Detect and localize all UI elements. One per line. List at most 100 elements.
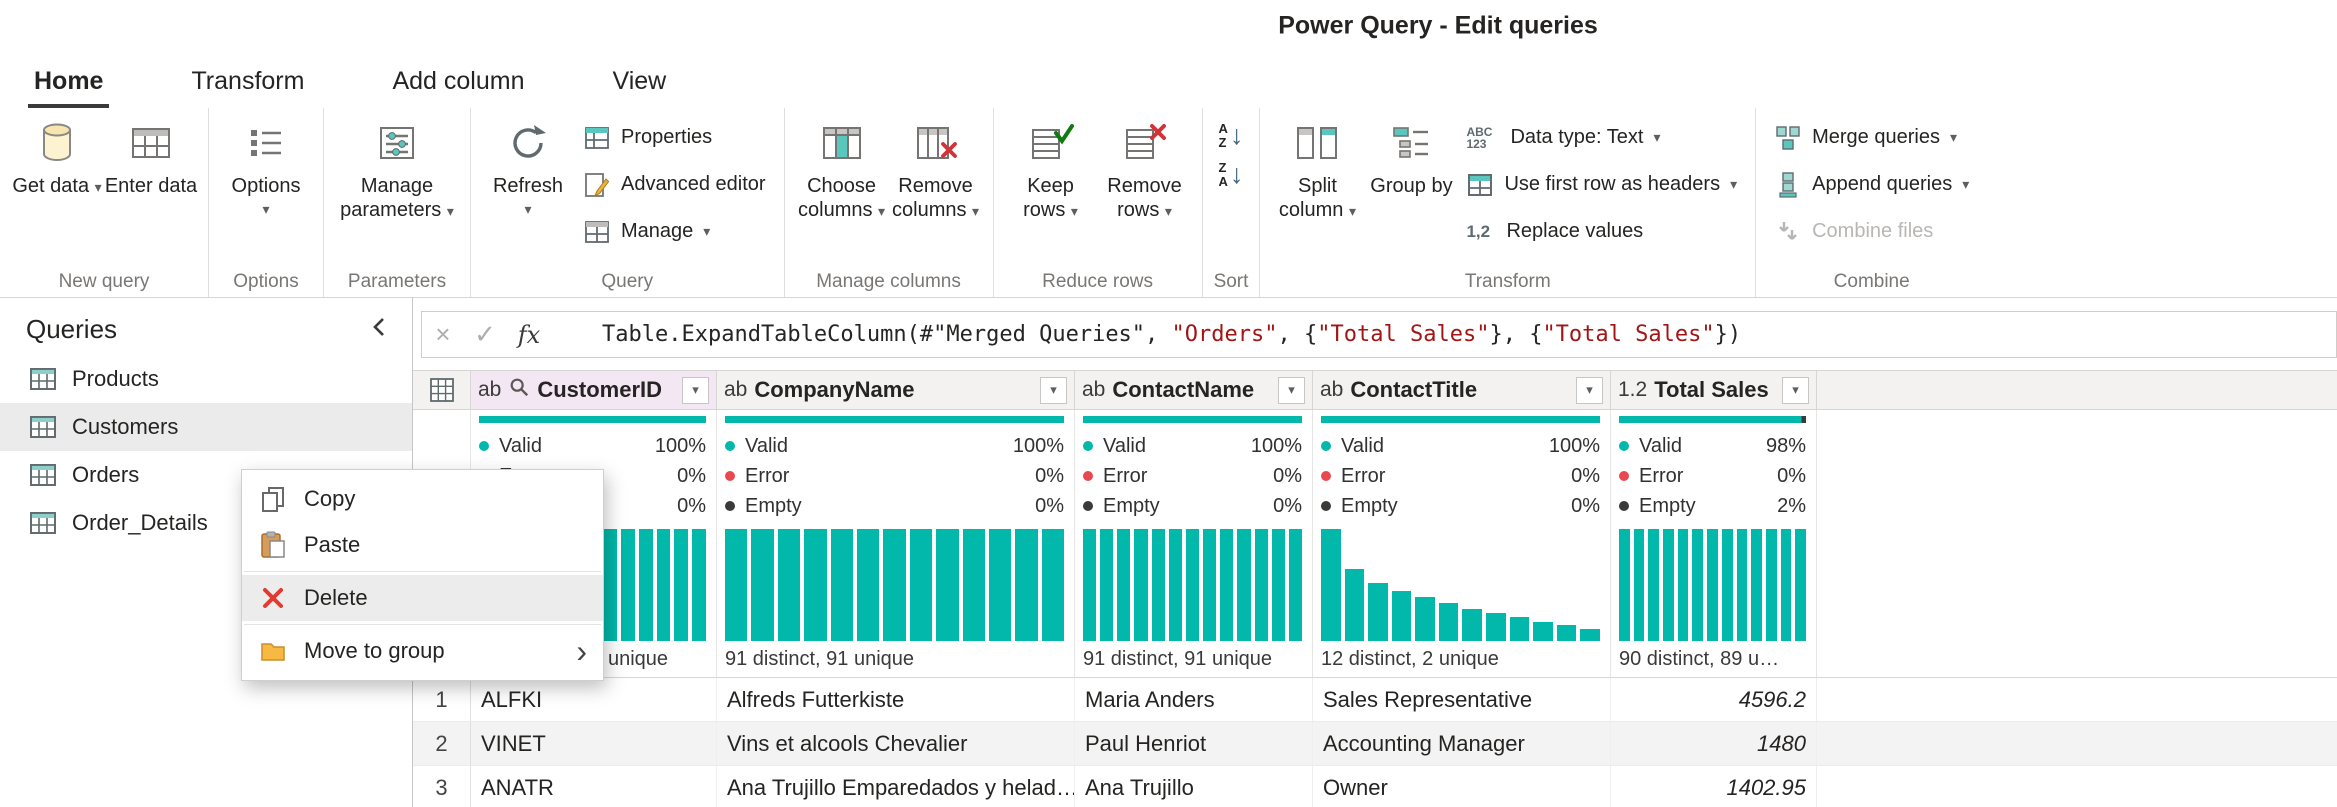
text-type-icon: ab <box>724 378 747 402</box>
formula-input[interactable]: Table.ExpandTableColumn(#"Merged Queries… <box>602 322 1741 347</box>
column-header-contactname[interactable]: ab ContactName ▾ <box>1075 371 1313 409</box>
filter-dropdown-button[interactable]: ▾ <box>1782 377 1809 404</box>
context-menu-item-paste[interactable]: Paste <box>242 522 603 568</box>
commit-formula-button[interactable]: ✓ <box>464 319 506 350</box>
select-all-corner-button[interactable] <box>413 371 471 409</box>
context-menu-item-delete[interactable]: Delete <box>242 575 603 621</box>
cell[interactable]: ALFKI <box>471 678 717 721</box>
column-header-contacttitle[interactable]: ab ContactTitle ▾ <box>1313 371 1611 409</box>
cell[interactable]: 4596.2 <box>1611 678 1817 721</box>
filter-dropdown-button[interactable]: ▾ <box>682 377 709 404</box>
context-menu-item-copy[interactable]: Copy <box>242 476 603 522</box>
empty-dot-icon <box>1321 501 1331 511</box>
submenu-chevron-icon: › <box>576 635 587 667</box>
cell[interactable]: Sales Representative <box>1313 678 1611 721</box>
tab-transform[interactable]: Transform <box>185 59 310 108</box>
get-data-button[interactable]: Get data ▾ <box>10 110 104 269</box>
column-header-total-sales[interactable]: 1.2 Total Sales ▾ <box>1611 371 1817 409</box>
filter-dropdown-button[interactable]: ▾ <box>1040 377 1067 404</box>
chevron-down-icon: ▾ <box>703 223 710 240</box>
cell[interactable]: Alfreds Futterkiste <box>717 678 1075 721</box>
keep-rows-button[interactable]: Keep rows ▾ <box>1004 110 1098 269</box>
chevron-down-icon: ▾ <box>1349 203 1356 219</box>
options-button[interactable]: Options ▾ <box>219 110 313 269</box>
cell[interactable]: Owner <box>1313 766 1611 807</box>
quality-bar <box>479 416 706 423</box>
cell[interactable]: Ana Trujillo <box>1075 766 1313 807</box>
row-number[interactable]: 3 <box>413 766 471 807</box>
group-by-button[interactable]: Group by <box>1364 110 1458 269</box>
properties-button[interactable]: Properties <box>575 114 774 161</box>
append-queries-button[interactable]: Append queries ▾ <box>1766 161 1977 208</box>
merge-queries-icon <box>1774 124 1802 152</box>
data-type-button[interactable]: ABC123 Data type: Text ▾ <box>1458 114 1745 161</box>
cell[interactable]: Ana Trujillo Emparedados y helad… <box>717 766 1075 807</box>
query-item-products[interactable]: Products <box>0 355 412 403</box>
enter-data-button[interactable]: Enter data <box>104 110 198 269</box>
chevron-down-icon: ▾ <box>1586 382 1593 398</box>
query-item-customers[interactable]: Customers <box>0 403 412 451</box>
merge-queries-button[interactable]: Merge queries ▾ <box>1766 114 1977 161</box>
tab-add-column[interactable]: Add column <box>386 59 530 108</box>
refresh-icon <box>505 120 551 166</box>
append-queries-icon <box>1774 171 1802 199</box>
filter-dropdown-button[interactable]: ▾ <box>1278 377 1305 404</box>
refresh-button[interactable]: Refresh ▾ <box>481 110 575 269</box>
column-profile-companyname: Valid100% Error0% Empty0% 91 distinct, 9… <box>717 410 1075 677</box>
remove-rows-icon <box>1122 120 1168 166</box>
group-label-options: Options <box>219 269 313 297</box>
query-table-icon <box>28 508 58 538</box>
chevron-down-icon: ▾ <box>95 179 102 195</box>
value-distribution-histogram <box>1083 529 1302 641</box>
cell[interactable]: Paul Henriot <box>1075 722 1313 765</box>
filter-dropdown-button[interactable]: ▾ <box>1576 377 1603 404</box>
tab-home[interactable]: Home <box>28 59 109 108</box>
cancel-formula-button[interactable]: × <box>422 319 464 350</box>
first-row-headers-icon <box>1466 171 1494 199</box>
replace-values-button[interactable]: 1,2 Replace values <box>1458 208 1745 255</box>
cell[interactable]: VINET <box>471 722 717 765</box>
cell[interactable]: 1402.95 <box>1611 766 1817 807</box>
sort-ascending-button[interactable]: AZ ↓ <box>1219 122 1244 149</box>
column-header-companyname[interactable]: ab CompanyName ▾ <box>717 371 1075 409</box>
remove-rows-button[interactable]: Remove rows ▾ <box>1098 110 1192 269</box>
quality-filler <box>1817 410 2337 677</box>
empty-dot-icon <box>1619 501 1629 511</box>
cell[interactable]: Vins et alcools Chevalier <box>717 722 1075 765</box>
formula-bar: × ✓ fx Table.ExpandTableColumn(#"Merged … <box>421 311 2337 358</box>
replace-values-icon: 1,2 <box>1466 222 1496 242</box>
row-number[interactable]: 2 <box>413 722 471 765</box>
window-title: Power Query - Edit queries <box>1278 12 1598 41</box>
cell[interactable]: ANATR <box>471 766 717 807</box>
row-number[interactable]: 1 <box>413 678 471 721</box>
empty-dot-icon <box>1083 501 1093 511</box>
sort-az-icon: AZ <box>1219 122 1228 149</box>
collapse-queries-panel-button[interactable] <box>370 316 388 343</box>
manage-parameters-button[interactable]: Manage parameters ▾ <box>334 110 460 269</box>
remove-columns-button[interactable]: Remove columns ▾ <box>889 110 983 269</box>
group-label-transform: Transform <box>1270 269 1745 297</box>
cell[interactable]: Accounting Manager <box>1313 722 1611 765</box>
tab-view[interactable]: View <box>606 59 672 108</box>
chevron-down-icon: ▾ <box>1730 176 1737 193</box>
split-column-button[interactable]: Split column ▾ <box>1270 110 1364 269</box>
chevron-down-icon: ▾ <box>524 201 531 218</box>
manage-parameters-icon <box>374 120 420 166</box>
column-profile-contactname: Valid100% Error0% Empty0% 91 distinct, 9… <box>1075 410 1313 677</box>
column-header-customerid[interactable]: ab CustomerID ▾ <box>471 371 717 409</box>
ribbon-group-parameters: Manage parameters ▾ Parameters <box>324 108 471 297</box>
cell[interactable]: 1480 <box>1611 722 1817 765</box>
sort-descending-button[interactable]: ZA ↓ <box>1219 161 1244 188</box>
context-menu-item-move-to-group[interactable]: Move to group › <box>242 628 603 674</box>
table-corner-icon <box>429 377 455 403</box>
group-label-query: Query <box>481 269 774 297</box>
advanced-editor-button[interactable]: Advanced editor <box>575 161 774 208</box>
cell[interactable]: Maria Anders <box>1075 678 1313 721</box>
choose-columns-button[interactable]: Choose columns ▾ <box>795 110 889 269</box>
advanced-editor-icon <box>583 171 611 199</box>
manage-button[interactable]: Manage ▾ <box>575 208 774 255</box>
query-table-icon <box>28 412 58 442</box>
chevron-left-icon <box>370 316 388 338</box>
use-first-row-as-headers-button[interactable]: Use first row as headers ▾ <box>1458 161 1745 208</box>
chevron-down-icon: ▾ <box>972 203 979 219</box>
